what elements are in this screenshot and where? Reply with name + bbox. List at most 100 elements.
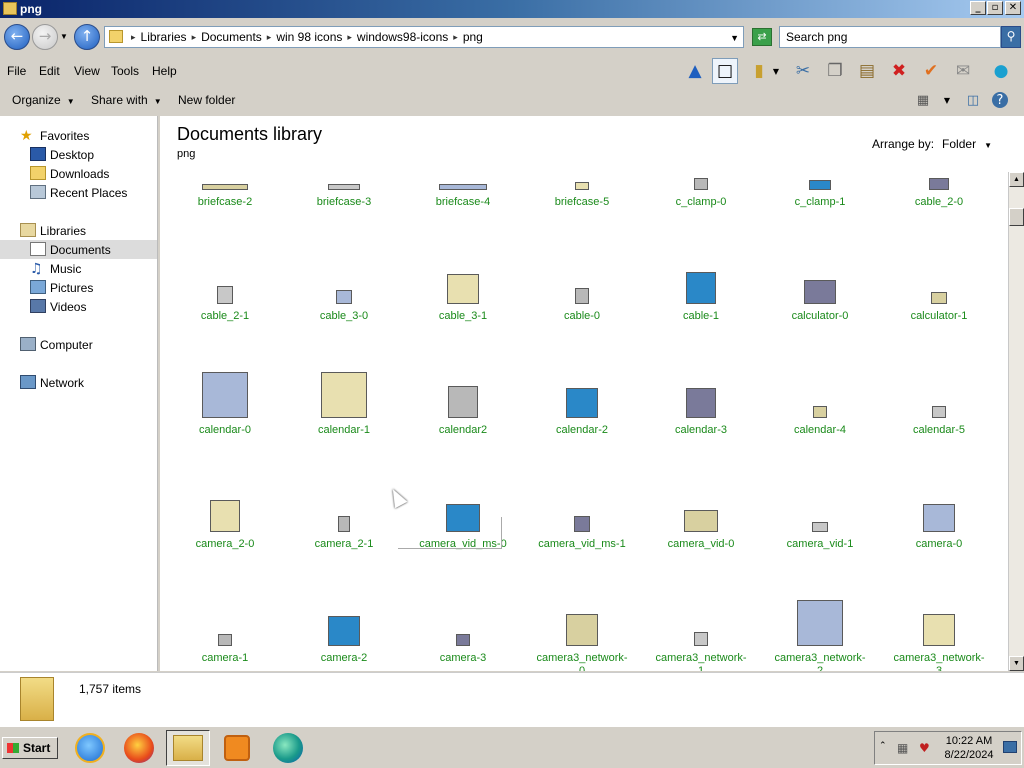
file-item[interactable]: cable_3-1 xyxy=(404,242,522,356)
file-item[interactable]: calendar2 xyxy=(404,356,522,470)
refresh-button[interactable]: ⇄ xyxy=(752,28,772,46)
file-item[interactable]: camera-1 xyxy=(166,584,284,671)
views-icon[interactable]: ▮ xyxy=(746,58,772,84)
chevron-right-icon[interactable]: ▸ xyxy=(190,30,199,45)
file-item[interactable]: cable-0 xyxy=(523,242,641,356)
nav-music[interactable]: ♫ Music xyxy=(0,259,157,278)
paste-icon[interactable]: ▤ xyxy=(854,58,880,84)
windows-explorer-button[interactable] xyxy=(166,730,210,766)
back-button[interactable]: ← xyxy=(4,24,30,50)
file-item[interactable]: camera3_network- 2 xyxy=(761,584,879,671)
show-hidden-icons-icon[interactable]: ⌃ xyxy=(879,741,887,751)
file-item[interactable]: calendar-3 xyxy=(642,356,760,470)
change-view-icon[interactable]: ▦ xyxy=(914,92,932,108)
view-dropdown-icon[interactable]: ▼ xyxy=(938,92,956,108)
menu-tools[interactable]: Tools xyxy=(111,64,139,78)
scroll-thumb[interactable] xyxy=(1009,208,1024,226)
title-bar[interactable]: png _ ▫ ✕ xyxy=(0,0,1024,18)
organize-button[interactable]: Organize ▼ xyxy=(12,93,75,107)
new-folder-button[interactable]: New folder xyxy=(178,93,235,107)
file-item[interactable]: camera_2-1 xyxy=(285,470,403,584)
address-dropdown[interactable]: ▼ xyxy=(730,33,739,43)
share-with-button[interactable]: Share with ▼ xyxy=(91,93,162,107)
file-item[interactable]: camera_2-0 xyxy=(166,470,284,584)
file-item[interactable]: cable_2-0 xyxy=(880,168,998,242)
copy-icon[interactable]: ❐ xyxy=(822,58,848,84)
menu-edit[interactable]: Edit xyxy=(39,64,60,78)
preview-pane-icon[interactable]: ◫ xyxy=(964,92,982,108)
nav-documents[interactable]: Documents xyxy=(0,240,157,259)
vertical-scrollbar[interactable]: ▲ ▼ xyxy=(1008,172,1024,671)
file-item[interactable]: briefcase-5 xyxy=(523,168,641,242)
file-item[interactable]: calendar-2 xyxy=(523,356,641,470)
volume-muted-icon[interactable]: ♥ xyxy=(919,741,930,755)
breadcrumb-windows98-icons[interactable]: windows98-icons xyxy=(354,30,451,45)
menu-file[interactable]: File xyxy=(7,64,26,78)
file-item[interactable]: c_clamp-1 xyxy=(761,168,879,242)
nav-downloads[interactable]: Downloads xyxy=(0,164,157,183)
views-dropdown-icon[interactable]: ▼ xyxy=(770,58,782,84)
nav-desktop[interactable]: Desktop xyxy=(0,145,157,164)
file-item[interactable]: calculator-0 xyxy=(761,242,879,356)
up-folder-icon[interactable]: ▲ xyxy=(682,58,708,84)
start-button[interactable]: Start xyxy=(2,737,58,759)
recent-pages-dropdown[interactable]: ▼ xyxy=(60,32,68,41)
chevron-right-icon[interactable]: ▸ xyxy=(345,30,354,45)
media-player-button[interactable] xyxy=(215,730,259,766)
file-item[interactable]: briefcase-2 xyxy=(166,168,284,242)
file-item[interactable]: camera-2 xyxy=(285,584,403,671)
file-item[interactable]: camera_vid-1 xyxy=(761,470,879,584)
file-item[interactable]: cable_2-1 xyxy=(166,242,284,356)
delete-icon[interactable]: ✖ xyxy=(886,58,912,84)
maximize-button[interactable]: ▫ xyxy=(987,1,1003,15)
cut-icon[interactable]: ✂ xyxy=(790,58,816,84)
file-item[interactable]: cable-1 xyxy=(642,242,760,356)
breadcrumb-png[interactable]: png xyxy=(460,30,486,45)
scroll-up-button[interactable]: ▲ xyxy=(1009,172,1024,187)
nav-pictures[interactable]: Pictures xyxy=(0,278,157,297)
internet-explorer-button[interactable] xyxy=(68,730,112,766)
file-item[interactable]: calendar-1 xyxy=(285,356,403,470)
breadcrumb-documents[interactable]: Documents xyxy=(198,30,265,45)
arrange-by-dropdown[interactable]: Folder ▼ xyxy=(942,137,992,151)
file-item[interactable]: camera-0 xyxy=(880,470,998,584)
nav-favorites[interactable]: ★ Favorites xyxy=(0,126,157,145)
file-item[interactable]: calendar-4 xyxy=(761,356,879,470)
close-button[interactable]: ✕ xyxy=(1005,1,1021,15)
search-input[interactable]: Search png xyxy=(779,26,1001,48)
forward-button[interactable]: → xyxy=(32,24,58,50)
file-item[interactable]: camera3_network- 1 xyxy=(642,584,760,671)
undo-icon[interactable]: ✉ xyxy=(950,58,976,84)
up-button[interactable]: ↑ xyxy=(74,24,100,50)
file-item[interactable]: camera-3 xyxy=(404,584,522,671)
chevron-right-icon[interactable]: ▸ xyxy=(451,30,460,45)
file-item[interactable]: cable_3-0 xyxy=(285,242,403,356)
firefox-button[interactable] xyxy=(117,730,161,766)
nav-videos[interactable]: Videos xyxy=(0,297,157,316)
nav-computer[interactable]: Computer xyxy=(0,335,157,354)
clock[interactable]: 10:22 AM 8/22/2024 xyxy=(941,734,997,762)
menu-view[interactable]: View xyxy=(74,64,100,78)
file-item[interactable]: camera3_network- 3 xyxy=(880,584,998,671)
chevron-right-icon[interactable]: ▸ xyxy=(265,30,274,45)
help-icon[interactable]: ? xyxy=(992,92,1008,108)
scroll-down-button[interactable]: ▼ xyxy=(1009,656,1024,671)
file-item[interactable]: calendar-0 xyxy=(166,356,284,470)
nav-network[interactable]: Network xyxy=(0,373,157,392)
properties-check-icon[interactable]: ✔ xyxy=(918,58,944,84)
file-item[interactable]: camera_vid-0 xyxy=(642,470,760,584)
file-item[interactable]: briefcase-3 xyxy=(285,168,403,242)
file-item[interactable]: briefcase-4 xyxy=(404,168,522,242)
file-item[interactable]: camera3_network- 0 xyxy=(523,584,641,671)
file-item[interactable]: calculator-1 xyxy=(880,242,998,356)
search-icon[interactable]: ⚲ xyxy=(1001,26,1021,48)
nav-recent-places[interactable]: Recent Places xyxy=(0,183,157,202)
chevron-right-icon[interactable]: ▸ xyxy=(129,30,138,45)
edge-button[interactable] xyxy=(266,730,310,766)
nav-libraries[interactable]: Libraries xyxy=(0,221,157,240)
file-item[interactable]: c_clamp-0 xyxy=(642,168,760,242)
minimize-button[interactable]: _ xyxy=(970,1,986,15)
file-item[interactable]: camera_vid_ms-1 xyxy=(523,470,641,584)
folders-pane-icon[interactable]: □ xyxy=(712,58,738,84)
breadcrumb-win-98-icons[interactable]: win 98 icons xyxy=(273,30,345,45)
